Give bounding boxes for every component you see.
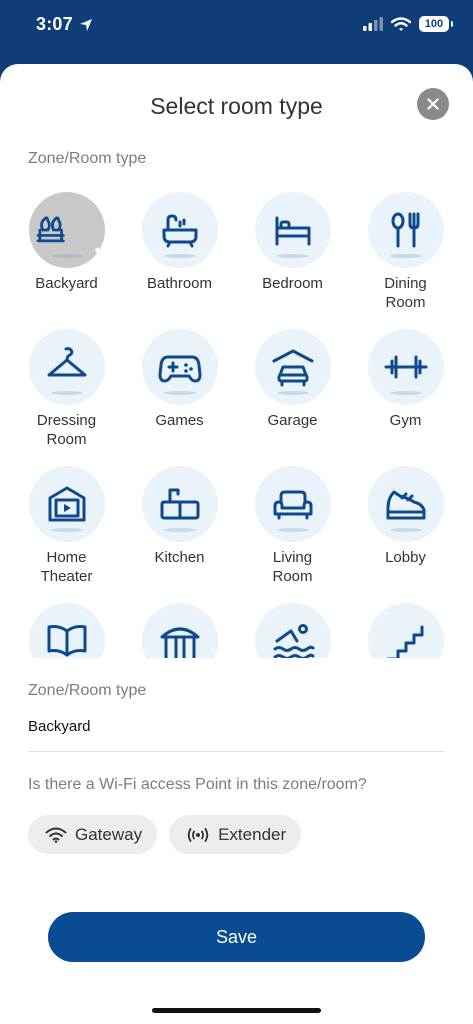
room-tile[interactable]: Living Room <box>236 466 349 593</box>
access-point-options: Gateway Extender <box>28 815 302 854</box>
room-tile-icon-circle <box>254 192 331 268</box>
room-grid: Backyard Bathroom Bedroom Dining Room Dressin… <box>10 192 463 658</box>
room-tile-label: Games <box>155 412 204 429</box>
room-tile[interactable] <box>236 603 349 658</box>
fork-spoon-icon <box>391 212 419 248</box>
swimmer-icon <box>273 624 314 658</box>
wifi-question: Is there a Wi-Fi access Point in this zo… <box>28 776 367 793</box>
room-tile[interactable]: Garage <box>236 329 349 456</box>
extender-icon <box>187 827 209 842</box>
room-type-value[interactable]: Backyard <box>28 718 91 735</box>
bed-icon <box>275 216 310 246</box>
room-tile-label: Lobby <box>385 549 426 566</box>
gamepad-icon <box>158 355 201 383</box>
room-tile[interactable]: Backyard <box>10 192 123 319</box>
room-tile-icon-circle <box>254 466 331 542</box>
extender-chip[interactable]: Extender <box>169 815 302 854</box>
sofa-icon <box>273 490 312 520</box>
room-tile[interactable]: Bathroom <box>123 192 236 319</box>
room-tile-icon-circle <box>28 603 105 658</box>
wifi-icon <box>45 827 67 843</box>
stairs-icon <box>386 625 423 658</box>
room-tile[interactable]: Games <box>123 329 236 456</box>
close-icon <box>427 98 439 110</box>
signal-icon <box>363 17 383 31</box>
room-type-sheet: Select room type Zone/Room type Backyard… <box>0 64 473 1024</box>
room-tile-icon-circle <box>367 603 444 658</box>
dumbbell-icon <box>384 355 427 379</box>
room-tile-icon-circle <box>28 329 105 405</box>
checkmark-icon <box>95 239 123 261</box>
backyard-icon <box>36 216 65 243</box>
room-tile[interactable]: Dressing Room <box>10 329 123 456</box>
room-tile[interactable]: Dining Room <box>349 192 462 319</box>
field-label: Zone/Room type <box>28 682 147 699</box>
room-tile-icon-circle <box>254 329 331 405</box>
room-tile-label: Bathroom <box>146 275 213 292</box>
kitchen-icon <box>160 488 199 520</box>
room-tile-label: Dressing Room <box>36 412 97 448</box>
room-tile[interactable] <box>349 603 462 658</box>
field-divider <box>28 751 445 752</box>
room-tile-icon-circle <box>28 466 105 542</box>
room-tile[interactable]: Lobby <box>349 466 462 593</box>
status-icons: 100 <box>363 16 453 32</box>
room-tile-label: Dining Room <box>384 275 427 311</box>
gazebo-icon <box>160 627 199 658</box>
shoe-icon <box>386 490 425 520</box>
battery-indicator: 100 <box>419 16 453 32</box>
room-tile-icon-circle <box>141 329 218 405</box>
extender-chip-label: Extender <box>218 824 287 844</box>
sheet-title: Select room type <box>150 93 323 119</box>
room-tile[interactable]: Kitchen <box>123 466 236 593</box>
room-tile-label: Living Room <box>272 549 313 585</box>
room-tile-icon-circle <box>367 466 444 542</box>
garage-icon <box>272 349 313 387</box>
room-tile-icon-circle <box>141 192 218 268</box>
room-tile-icon-circle <box>141 603 218 658</box>
room-tile[interactable] <box>10 603 123 658</box>
room-tile-label: Home Theater <box>40 549 93 585</box>
home-theater-icon <box>48 486 85 522</box>
status-time-text: 3:07 <box>36 14 73 34</box>
room-tile-label: Bedroom <box>262 275 323 292</box>
gateway-chip-label: Gateway <box>75 824 143 844</box>
hanger-icon <box>47 347 86 377</box>
bathtub-icon <box>162 214 197 248</box>
room-tile-label: Backyard <box>35 275 98 292</box>
room-tile-icon-circle <box>28 192 123 268</box>
grid-section-label: Zone/Room type <box>28 150 147 167</box>
room-tile-icon-circle <box>367 329 444 405</box>
room-tile-icon-circle <box>254 603 331 658</box>
room-tile[interactable]: Home Theater <box>10 466 123 593</box>
book-icon <box>47 625 86 657</box>
gateway-chip[interactable]: Gateway <box>28 815 158 854</box>
wifi-status-icon <box>391 16 411 31</box>
room-tile-label: Gym <box>389 412 422 429</box>
location-arrow-icon <box>79 18 92 31</box>
room-tile[interactable]: Bedroom <box>236 192 349 319</box>
room-tile-icon-circle <box>141 466 218 542</box>
room-tile[interactable] <box>123 603 236 658</box>
close-button[interactable] <box>417 88 449 120</box>
room-tile[interactable]: Gym <box>349 329 462 456</box>
room-tile-label: Garage <box>267 412 318 429</box>
room-grid-scroll[interactable]: Backyard Bathroom Bedroom Dining Room Dressin… <box>0 192 473 658</box>
status-time: 3:07 <box>36 14 93 35</box>
room-tile-label: Kitchen <box>154 549 205 566</box>
home-indicator <box>152 1008 321 1013</box>
room-tile-icon-circle <box>367 192 444 268</box>
status-bar: 3:07 100 <box>0 0 473 60</box>
save-button[interactable]: Save <box>48 912 425 962</box>
